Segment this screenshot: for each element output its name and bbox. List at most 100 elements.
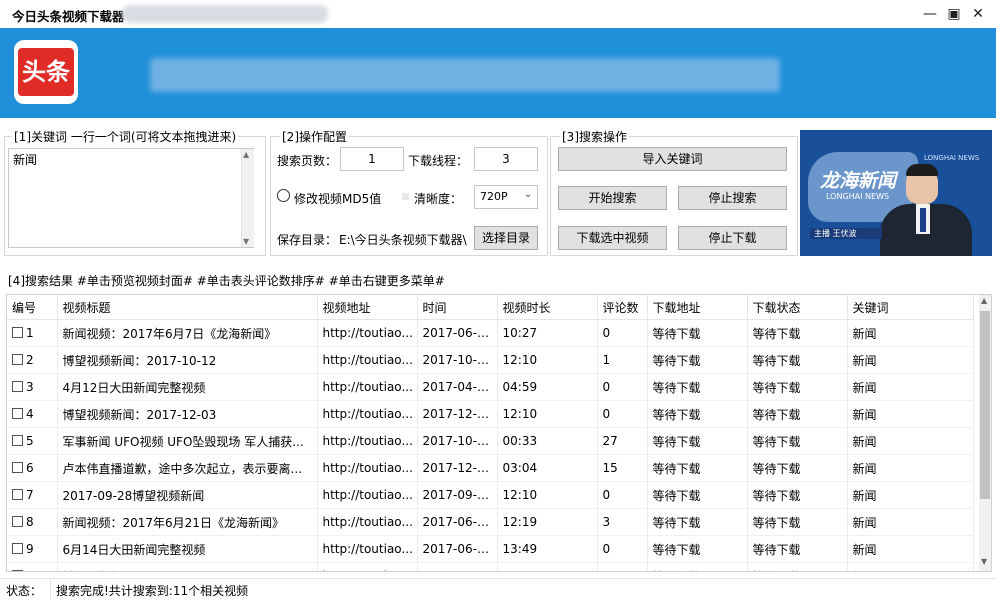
- pages-input[interactable]: 1: [340, 147, 404, 171]
- table-row[interactable]: 2 博望视频新闻：2017-10-12 http://toutiao... 2017-…: [7, 346, 974, 374]
- column-header[interactable]: 关键词: [847, 295, 974, 320]
- results-scroll-thumb[interactable]: [980, 311, 990, 499]
- time-cell[interactable]: 2017-04-1...: [417, 373, 498, 401]
- row-number-cell[interactable]: 3: [7, 373, 58, 401]
- save-dir-path[interactable]: E:\今日头条视频下载器\: [339, 231, 471, 248]
- column-header[interactable]: 视频地址: [317, 295, 418, 320]
- row-checkbox[interactable]: [12, 327, 23, 338]
- video-url-cell[interactable]: http://toutiao...: [317, 454, 418, 482]
- table-row[interactable]: 7 2017-09-28博望视频新闻 http://toutiao... 2017-0…: [7, 481, 974, 509]
- row-number-cell[interactable]: 7: [7, 481, 58, 509]
- download-url-cell[interactable]: 等待下载: [647, 346, 748, 374]
- duration-cell[interactable]: 13:49: [497, 535, 598, 563]
- duration-cell[interactable]: 12:10: [497, 562, 598, 571]
- duration-cell[interactable]: 12:10: [497, 346, 598, 374]
- row-checkbox[interactable]: [12, 354, 23, 365]
- video-url-cell[interactable]: http://toutiao...: [317, 535, 418, 563]
- table-row[interactable]: 1 新闻视频：2017年6月7日《龙海新闻》 http://toutiao... 20…: [7, 319, 974, 347]
- download-status-cell[interactable]: 等待下载: [747, 427, 848, 455]
- video-url-cell[interactable]: http://toutiao...: [317, 508, 418, 536]
- column-header[interactable]: 下载地址: [647, 295, 748, 320]
- comments-cell[interactable]: 1: [597, 346, 648, 374]
- keyword-cell[interactable]: 新闻: [847, 508, 974, 536]
- table-row[interactable]: 8 新闻视频：2017年6月21日《龙海新闻》 http://toutiao... 2…: [7, 508, 974, 536]
- keywords-scrollbar[interactable]: [241, 149, 254, 247]
- keyword-cell[interactable]: 新闻: [847, 454, 974, 482]
- column-header[interactable]: 编号: [7, 295, 58, 320]
- column-header-comments[interactable]: 评论数: [597, 295, 648, 320]
- table-row[interactable]: 5 军事新闻 UFO视频 UFO坠毁现场 军人捕获... http://toutia…: [7, 427, 974, 455]
- keyword-cell[interactable]: 新闻: [847, 346, 974, 374]
- video-title-cell[interactable]: 新闻视频：2017年6月7日《龙海新闻》: [57, 319, 318, 347]
- md5-radio[interactable]: [277, 189, 290, 202]
- video-title-cell[interactable]: 军事新闻 UFO视频 UFO坠毁现场 军人捕获...: [57, 427, 318, 455]
- stop-download-button[interactable]: 停止下载: [678, 226, 787, 250]
- download-url-cell[interactable]: 等待下载: [647, 319, 748, 347]
- import-keywords-button[interactable]: 导入关键词: [558, 147, 787, 171]
- download-status-cell[interactable]: 等待下载: [747, 319, 848, 347]
- video-title-cell[interactable]: 博望视频新闻：2017-12-03: [57, 400, 318, 428]
- duration-cell[interactable]: 04:59: [497, 373, 598, 401]
- video-url-cell[interactable]: http://toutiao...: [317, 319, 418, 347]
- comments-cell[interactable]: 3: [597, 508, 648, 536]
- keyword-cell[interactable]: 新闻: [847, 535, 974, 563]
- comments-cell[interactable]: 0: [597, 373, 648, 401]
- scroll-down-icon[interactable]: ▼: [243, 237, 249, 246]
- comments-cell[interactable]: 15: [597, 454, 648, 482]
- row-number-cell[interactable]: 8: [7, 508, 58, 536]
- download-status-cell[interactable]: 等待下载: [747, 508, 848, 536]
- keyword-cell[interactable]: 新闻: [847, 373, 974, 401]
- download-status-cell[interactable]: 等待下载: [747, 373, 848, 401]
- column-header[interactable]: 视频时长: [497, 295, 598, 320]
- column-header[interactable]: 视频标题: [57, 295, 318, 320]
- scroll-down-icon[interactable]: ▼: [981, 557, 987, 566]
- download-status-cell[interactable]: 等待下载: [747, 454, 848, 482]
- time-cell[interactable]: 2017-10-2...: [417, 562, 498, 571]
- duration-cell[interactable]: 12:10: [497, 400, 598, 428]
- time-cell[interactable]: 2017-09-2...: [417, 481, 498, 509]
- row-checkbox[interactable]: [12, 516, 23, 527]
- choose-dir-button[interactable]: 选择目录: [474, 226, 538, 250]
- comments-cell[interactable]: 0: [597, 481, 648, 509]
- video-url-cell[interactable]: http://toutiao...: [317, 346, 418, 374]
- column-header[interactable]: 时间: [417, 295, 498, 320]
- download-url-cell[interactable]: 等待下载: [647, 373, 748, 401]
- download-status-cell[interactable]: 等待下载: [747, 346, 848, 374]
- comments-cell[interactable]: 0: [597, 400, 648, 428]
- download-url-cell[interactable]: 等待下载: [647, 562, 748, 571]
- time-cell[interactable]: 2017-12-0...: [417, 400, 498, 428]
- keywords-textarea[interactable]: [8, 148, 254, 248]
- scroll-up-icon[interactable]: ▲: [981, 296, 987, 305]
- time-cell[interactable]: 2017-06-0...: [417, 319, 498, 347]
- video-title-cell[interactable]: 新闻视频：2017年6月21日《龙海新闻》: [57, 508, 318, 536]
- keyword-cell[interactable]: 新闻: [847, 562, 974, 571]
- duration-cell[interactable]: 12:19: [497, 508, 598, 536]
- row-checkbox[interactable]: [12, 435, 23, 446]
- row-number-cell[interactable]: 4: [7, 400, 58, 428]
- download-url-cell[interactable]: 等待下载: [647, 481, 748, 509]
- keyword-cell[interactable]: 新闻: [847, 319, 974, 347]
- table-row[interactable]: 6 卢本伟直播道歉，途中多次起立，表示要离... http://toutiao...…: [7, 454, 974, 482]
- download-status-cell[interactable]: 等待下载: [747, 400, 848, 428]
- row-checkbox[interactable]: [12, 570, 23, 571]
- comments-cell[interactable]: 0: [597, 562, 648, 571]
- video-url-cell[interactable]: http://toutiao...: [317, 373, 418, 401]
- download-url-cell[interactable]: 等待下载: [647, 535, 748, 563]
- scroll-up-icon[interactable]: ▲: [243, 150, 249, 159]
- download-url-cell[interactable]: 等待下载: [647, 400, 748, 428]
- duration-cell[interactable]: 12:10: [497, 481, 598, 509]
- row-number-cell[interactable]: 5: [7, 427, 58, 455]
- video-title-cell[interactable]: 2017-09-28博望视频新闻: [57, 481, 318, 509]
- download-url-cell[interactable]: 等待下载: [647, 454, 748, 482]
- download-selected-button[interactable]: 下载选中视频: [558, 226, 667, 250]
- keyword-cell[interactable]: 新闻: [847, 400, 974, 428]
- table-row[interactable]: 9 6月14日大田新闻完整视频 http://toutiao... 2017-06-2…: [7, 535, 974, 563]
- time-cell[interactable]: 2017-10-0...: [417, 427, 498, 455]
- row-number-cell[interactable]: 2: [7, 346, 58, 374]
- threads-input[interactable]: 3: [474, 147, 538, 171]
- time-cell[interactable]: 2017-12-0...: [417, 454, 498, 482]
- maximize-button[interactable]: ▣: [942, 4, 966, 24]
- download-status-cell[interactable]: 等待下载: [747, 481, 848, 509]
- time-cell[interactable]: 2017-10-1...: [417, 346, 498, 374]
- download-url-cell[interactable]: 等待下载: [647, 427, 748, 455]
